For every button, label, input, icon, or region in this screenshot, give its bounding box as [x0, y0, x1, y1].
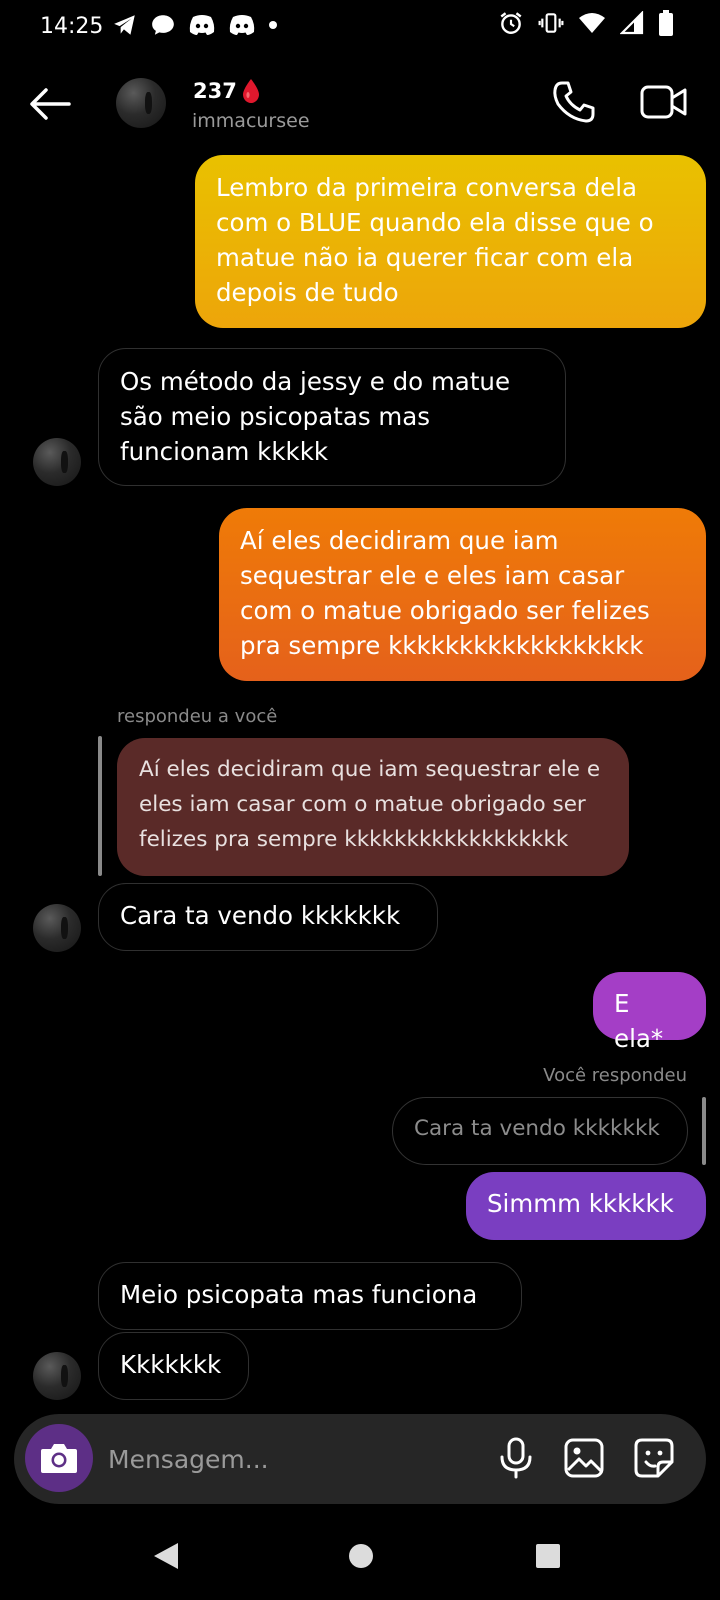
system-icons — [498, 10, 674, 36]
image-icon — [564, 1438, 604, 1478]
microphone-icon — [500, 1437, 532, 1479]
vibrate-icon — [538, 13, 564, 33]
outgoing-message[interactable]: Lembro da primeira conversa dela com o B… — [195, 155, 706, 328]
circle-home-icon — [349, 1544, 373, 1568]
video-camera-icon — [640, 85, 687, 119]
alarm-icon — [500, 12, 522, 34]
outgoing-message[interactable]: Simmm kkkkkk — [466, 1172, 706, 1240]
quoted-message[interactable]: Cara ta vendo kkkkkkk — [392, 1097, 688, 1165]
incoming-message[interactable]: Cara ta vendo kkkkkkk — [98, 883, 438, 951]
incoming-message[interactable]: Meio psicopata mas funciona — [98, 1262, 522, 1330]
wifi-icon — [579, 13, 605, 33]
quoted-message[interactable]: Aí eles decidiram que iam sequestrar ele… — [117, 738, 629, 876]
contact-name[interactable]: 237 — [193, 78, 261, 104]
chat-bubble-icon — [152, 15, 174, 35]
contact-name-text: 237 — [193, 79, 237, 103]
telegram-icon — [114, 15, 135, 35]
signal-icon — [620, 11, 644, 35]
arrow-left-icon — [30, 88, 71, 120]
status-time: 14:25 — [40, 14, 104, 39]
phone-icon — [553, 81, 595, 123]
sticker-button[interactable] — [632, 1436, 676, 1480]
sender-avatar[interactable] — [33, 438, 81, 486]
sticker-icon — [634, 1438, 674, 1478]
discord-icon — [229, 15, 255, 35]
outgoing-message[interactable]: Aí eles decidiram que iam sequestrar ele… — [219, 508, 706, 681]
blood-drop-icon — [242, 79, 259, 103]
video-call-button[interactable] — [640, 82, 688, 124]
dot-icon — [269, 21, 277, 29]
nav-recents-button[interactable] — [534, 1542, 562, 1570]
outgoing-message[interactable]: E ela* — [593, 972, 706, 1053]
reply-label: respondeu a você — [117, 706, 278, 727]
nav-home-button[interactable] — [345, 1540, 377, 1572]
sender-avatar[interactable] — [33, 1352, 81, 1400]
voice-call-button[interactable] — [552, 80, 596, 124]
camera-icon — [41, 1444, 77, 1473]
camera-button[interactable] — [25, 1424, 93, 1492]
square-recents-icon — [536, 1544, 560, 1568]
sender-avatar[interactable] — [33, 904, 81, 952]
back-button[interactable] — [24, 82, 76, 126]
battery-icon — [659, 10, 673, 36]
reply-label: Você respondeu — [543, 1065, 687, 1086]
contact-handle[interactable]: immacursee — [192, 110, 310, 132]
contact-avatar[interactable] — [116, 78, 166, 128]
microphone-button[interactable] — [494, 1436, 538, 1480]
reply-indicator-bar — [98, 736, 102, 876]
gallery-button[interactable] — [562, 1436, 606, 1480]
nav-back-button[interactable] — [150, 1540, 182, 1572]
incoming-message[interactable]: Os método da jessy e do matue são meio p… — [98, 348, 566, 486]
triangle-back-icon — [154, 1543, 178, 1569]
notification-icons — [112, 12, 278, 38]
discord-icon — [189, 15, 215, 35]
message-input[interactable] — [106, 1434, 490, 1484]
reply-indicator-bar — [702, 1097, 706, 1165]
incoming-message[interactable]: Kkkkkkk — [98, 1332, 249, 1400]
